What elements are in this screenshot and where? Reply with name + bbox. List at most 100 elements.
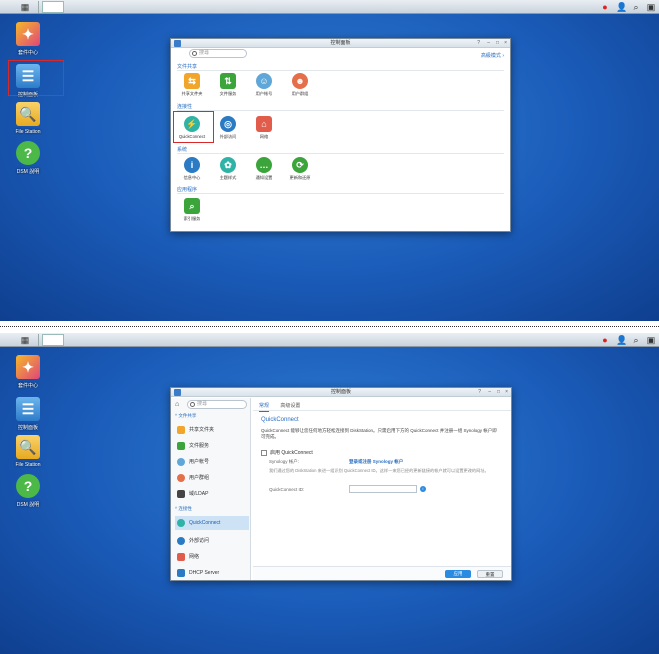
quickconnect-id-label: QuickConnect ID: (269, 487, 305, 492)
house-icon (177, 553, 185, 561)
sidebar-item-label: DHCP Server (189, 570, 220, 576)
taskbar-divider (38, 334, 39, 346)
help-icon[interactable]: ? (478, 389, 481, 396)
desktop-icon-file-station[interactable]: 🔍 File Station (6, 102, 50, 135)
cp-item-external-access[interactable]: ◎ 外部访问 (211, 116, 245, 140)
home-icon[interactable]: ⌂ (175, 401, 179, 408)
search-icon[interactable]: ⌕ (631, 335, 641, 345)
desktop-icon-package-center[interactable]: ✦ 套件中心 (6, 22, 50, 56)
info-icon: i (184, 157, 200, 173)
cp-item-file-services[interactable]: ⇅ 文件服务 (211, 73, 245, 97)
sidebar-item-label: 文件服务 (189, 443, 210, 449)
quickconnect-icon (177, 519, 185, 527)
magnifier-icon (190, 402, 195, 407)
sidebar-item-domain-ldap[interactable]: 域/LDAP (175, 487, 249, 501)
tab-divider (253, 410, 511, 411)
sidebar-item-dhcp-server[interactable]: DHCP Server (175, 566, 249, 580)
sidebar-item-group[interactable]: 用户群组 (175, 471, 249, 485)
footer-bar: 应用 重置 (253, 566, 511, 580)
desktop-icon-package-center[interactable]: ✦ 套件中心 (6, 355, 50, 389)
close-icon[interactable]: × (505, 389, 508, 396)
highlight-box-quickconnect (173, 111, 214, 143)
enable-checkbox[interactable] (261, 449, 267, 456)
cp-item-shared-folder[interactable]: ⇆ 共享文件夹 (175, 73, 209, 97)
cp-item-group[interactable]: ☻ 用户群组 (283, 73, 317, 97)
desktop-screenshot-1: ▦ ● 👤 ⌕ ▣ ✦ 套件中心 ☰ 控制面板 🔍 File Station ?… (0, 0, 659, 321)
cp-item-indexing-service[interactable]: ⌕ 索引服务 (175, 198, 209, 222)
cp-item-label: 用户帐号 (255, 91, 273, 96)
cp-item-theme[interactable]: ✿ 主题样式 (211, 157, 245, 181)
taskbar: ▦ ● 👤 ⌕ ▣ (0, 0, 659, 14)
close-icon[interactable]: × (504, 40, 507, 47)
user-icon[interactable]: 👤 (616, 2, 627, 12)
cp-item-user[interactable]: ☺ 用户帐号 (247, 73, 281, 97)
maximize-icon[interactable]: □ (497, 389, 500, 396)
sidebar-item-quickconnect[interactable]: QuickConnect (175, 516, 249, 530)
reset-button[interactable]: 重置 (477, 570, 503, 578)
cp-item-label: 用户群组 (291, 91, 309, 96)
sidebar-item-label: 用户群组 (189, 475, 210, 481)
sidebar-item-label: 外部访问 (189, 538, 210, 544)
file-services-icon: ⇅ (220, 73, 236, 89)
section-divider (177, 110, 504, 111)
shared-folder-icon (177, 426, 185, 434)
info-icon[interactable]: i (420, 486, 426, 492)
cp-item-label: 索引服务 (183, 216, 201, 221)
cp-item-notification[interactable]: … 通知设置 (247, 157, 281, 181)
desktop-icon-file-station[interactable]: 🔍 File Station (6, 435, 50, 468)
apply-button[interactable]: 应用 (445, 570, 471, 578)
maximize-icon[interactable]: □ (496, 40, 499, 47)
dhcp-server-icon (177, 569, 185, 577)
control-panel-window: 控制面板 ? – □ × 搜尋 高級模式 › 文件共享 ⇆ 共享文件夹 ⇅ 文件… (170, 38, 511, 232)
nav-group-label: 文件共享 (178, 413, 197, 418)
highlight-box-control-panel (8, 60, 64, 96)
window-titlebar[interactable]: 控制面板 ? – □ × (171, 388, 511, 397)
sidebar-item-user[interactable]: 用户帐号 (175, 455, 249, 469)
sidebar-item-file-services[interactable]: 文件服务 (175, 439, 249, 453)
sidebar-item-network[interactable]: 网络 (175, 550, 249, 564)
control-panel-taskbar-icon[interactable] (42, 334, 64, 346)
cp-item-label: 信息中心 (183, 175, 201, 180)
advanced-mode-link[interactable]: 高級模式 › (481, 52, 504, 59)
section-divider (177, 70, 504, 71)
minimize-icon[interactable]: – (488, 389, 491, 396)
sidebar-item-label: 网络 (189, 554, 200, 560)
desktop-icon-dsm-help[interactable]: ? DSM 說明 (6, 141, 50, 175)
desktop-icon-label: DSM 說明 (16, 169, 40, 175)
search-input[interactable]: 搜尋 (189, 49, 247, 58)
sidebar-item-external-access[interactable]: 外部访问 (175, 534, 249, 548)
domain-ldap-icon (177, 490, 185, 498)
screenshot-separator (0, 321, 659, 333)
nav-group-file-sharing[interactable]: ^ 文件共享 (175, 413, 196, 419)
cp-item-network[interactable]: ⌂ 网络 (247, 116, 281, 140)
user-icon[interactable]: 👤 (616, 335, 627, 345)
cp-item-label: 网络 (259, 134, 269, 139)
search-icon[interactable]: ⌕ (631, 2, 641, 12)
magnifier-icon: ⌕ (184, 198, 200, 214)
desktop-icon-label: 套件中心 (17, 50, 38, 56)
control-panel-taskbar-icon[interactable] (42, 1, 64, 13)
user-account-icon: ☺ (256, 73, 272, 89)
cp-item-info-center[interactable]: i 信息中心 (175, 157, 209, 181)
main-menu-icon[interactable]: ▦ (14, 1, 36, 13)
widgets-icon[interactable]: ▣ (646, 335, 656, 345)
minimize-icon[interactable]: – (487, 40, 490, 47)
enable-quickconnect-row[interactable]: 启用 QuickConnect (261, 449, 313, 456)
desktop-icon-dsm-help[interactable]: ? DSM 說明 (6, 474, 50, 508)
help-icon[interactable]: ? (477, 40, 480, 47)
account-note-text: 我们通过您的 DiskStation 来进一组识别 QuickConnect I… (269, 468, 489, 473)
desktop-icon-label: 控制面板 (17, 425, 38, 431)
desktop-icon-control-panel[interactable]: ☰ 控制面板 (6, 397, 50, 431)
login-register-link[interactable]: 登录或注册 Synology 帐户 (349, 459, 403, 465)
notification-icon[interactable]: ● (600, 2, 610, 12)
sidebar-item-shared-folder[interactable]: 共享文件夹 (175, 423, 249, 437)
cp-item-update-restore[interactable]: ⟳ 更新和还原 (283, 157, 317, 181)
quickconnect-id-input[interactable] (349, 485, 417, 493)
window-titlebar[interactable]: 控制面板 ? – □ × (171, 39, 510, 48)
nav-group-connectivity[interactable]: ^ 连接性 (175, 506, 192, 512)
search-input[interactable]: 搜尋 (187, 400, 247, 409)
widgets-icon[interactable]: ▣ (646, 2, 656, 12)
notification-icon[interactable]: ● (600, 335, 610, 345)
desktop-icon-label: File Station (15, 129, 41, 135)
main-menu-icon[interactable]: ▦ (14, 334, 36, 346)
